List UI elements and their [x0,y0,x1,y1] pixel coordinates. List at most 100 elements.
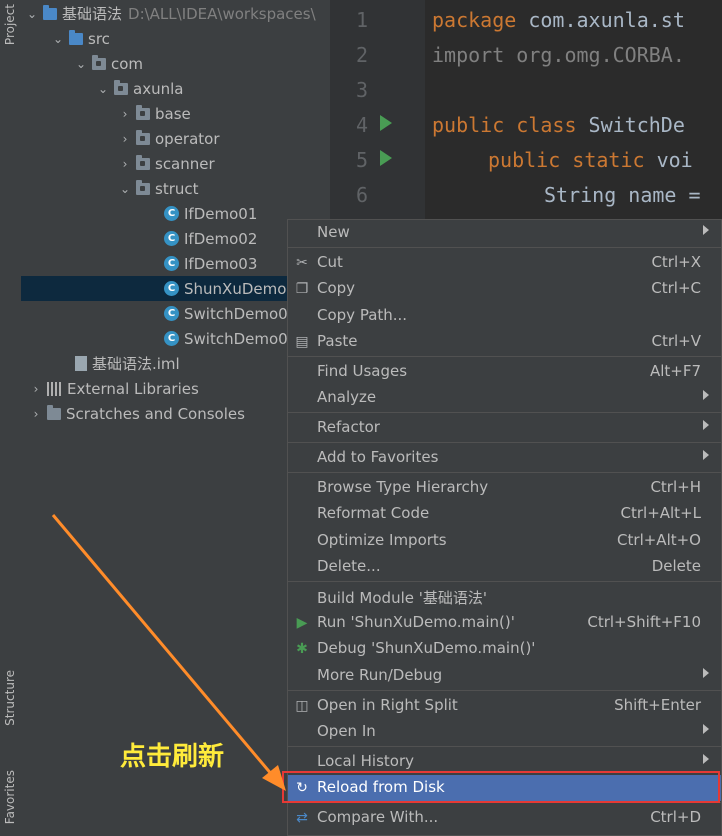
project-tree-panel: ⌄ 基础语法 D:\ALL\IDEA\workspaces\ ⌄ src ⌄ c… [21,0,473,836]
chevron-right-icon[interactable]: › [118,132,132,146]
java-class-icon: C [164,256,179,271]
code-line-1: package com.axunla.st [432,8,685,32]
menu-label: Debug 'ShunXuDemo.main()' [317,639,536,657]
menu-item-reformat-code[interactable]: Reformat Code Ctrl+Alt+L [288,501,721,527]
menu-separator [288,356,721,357]
menu-item-copy-path[interactable]: Copy Path... [288,303,721,329]
menu-item-copy[interactable]: ❐ Copy Ctrl+C [288,276,721,302]
package-icon [136,129,150,145]
menu-item-run[interactable]: ▶ Run 'ShunXuDemo.main()' Ctrl+Shift+F10 [288,610,721,636]
menu-label: Paste [317,332,358,350]
annotation-highlight-box [282,771,720,803]
menu-item-more-run-debug[interactable]: More Run/Debug [288,663,721,689]
menu-shortcut: Ctrl+X [651,253,701,271]
tree-label: SwitchDemo0 [184,329,288,348]
tree-row-com[interactable]: ⌄ com [21,51,383,76]
menu-item-analyze[interactable]: Analyze [288,385,721,411]
project-tool-tab[interactable]: Project [3,4,17,45]
menu-label: Run 'ShunXuDemo.main()' [317,613,515,631]
tree-label: src [88,29,110,48]
tree-label: ShunXuDemo [184,279,287,298]
java-class-icon: C [164,231,179,246]
menu-item-optimize-imports[interactable]: Optimize Imports Ctrl+Alt+O [288,528,721,554]
package-icon [136,179,150,195]
menu-label: Open In [317,722,376,740]
menu-label: Delete... [317,557,381,575]
menu-item-new[interactable]: New [288,220,721,246]
tree-label: operator [155,129,220,148]
java-class-icon: C [164,206,179,221]
code-line-5: public static voi [488,148,693,172]
menu-item-open-in[interactable]: Open In [288,719,721,745]
java-class-icon: C [164,281,179,296]
menu-label: Find Usages [317,362,408,380]
menu-item-find-usages[interactable]: Find Usages Alt+F7 [288,359,721,385]
code-text: voi [644,148,693,172]
menu-item-cut[interactable]: ✂ Cut Ctrl+X [288,250,721,276]
split-view-icon: ◫ [295,698,309,714]
tree-label: IfDemo03 [184,254,258,273]
menu-label: Reformat Code [317,504,430,522]
submenu-arrow-icon [703,225,709,235]
chevron-down-icon[interactable]: ⌄ [118,182,132,196]
menu-item-browse-type-hierarchy[interactable]: Browse Type Hierarchy Ctrl+H [288,475,721,501]
menu-item-refactor[interactable]: Refactor [288,415,721,441]
menu-label: More Run/Debug [317,666,443,684]
module-file-icon [75,356,87,371]
chevron-down-icon[interactable]: ⌄ [25,7,39,21]
chevron-down-icon[interactable]: ⌄ [51,32,65,46]
code-line-4: public class SwitchDe [432,113,685,137]
chevron-right-icon[interactable]: › [118,107,132,121]
menu-label: Add to Favorites [317,448,439,466]
code-line-6: String name = [544,183,701,207]
tree-label: External Libraries [67,379,199,398]
menu-label: Build Module '基础语法' [317,589,487,607]
favorites-tab-label: Favorites [3,770,17,825]
code-text: com.axunla.st [516,8,685,32]
menu-label: Analyze [317,388,377,406]
annotation-label: 点击刷新 [120,742,225,772]
tree-label: com [111,54,144,73]
favorites-tool-tab[interactable]: Favorites [3,770,17,824]
project-tab-label: Project [3,4,17,46]
menu-shortcut: Ctrl+C [651,279,701,297]
menu-label: New [317,223,350,241]
chevron-right-icon[interactable]: › [29,382,43,396]
package-icon [114,79,128,95]
menu-shortcut: Alt+F7 [649,362,701,380]
tree-row-root[interactable]: ⌄ 基础语法 D:\ALL\IDEA\workspaces\ [21,1,334,26]
libraries-icon [47,381,63,396]
menu-shortcut: Shift+Enter [614,696,701,714]
submenu-arrow-icon [703,668,709,678]
menu-separator [288,247,721,248]
run-gutter-icon[interactable] [380,115,392,131]
chevron-down-icon[interactable]: ⌄ [74,57,88,71]
tree-label: struct [155,179,199,198]
menu-item-add-to-favorites[interactable]: Add to Favorites [288,445,721,471]
menu-separator [288,412,721,413]
menu-item-open-in-right-split[interactable]: ◫ Open in Right Split Shift+Enter [288,693,721,719]
menu-item-delete[interactable]: Delete... Delete [288,554,721,580]
code-keyword: public static [488,148,645,172]
run-icon: ▶ [296,615,308,631]
menu-item-compare-with[interactable]: ⇄ Compare With... Ctrl+D [288,805,721,831]
structure-tool-tab[interactable]: Structure [3,670,17,726]
java-class-icon: C [164,306,179,321]
chevron-down-icon[interactable]: ⌄ [96,82,110,96]
structure-tab-label: Structure [3,670,17,726]
tree-row-src[interactable]: ⌄ src [21,26,360,51]
line-number: 3 [355,78,368,102]
run-gutter-icon[interactable] [380,150,392,166]
menu-item-paste[interactable]: ▤ Paste Ctrl+V [288,329,721,355]
menu-label: Refactor [317,418,380,436]
menu-separator [288,442,721,443]
menu-shortcut: Ctrl+Alt+L [620,504,702,522]
menu-label: Copy Path... [317,306,408,324]
chevron-right-icon[interactable]: › [29,407,43,421]
source-folder-icon [69,29,83,45]
chevron-right-icon[interactable]: › [118,157,132,171]
menu-item-build-module[interactable]: Build Module '基础语法' [288,584,721,610]
menu-separator [288,581,721,582]
menu-shortcut: Ctrl+D [650,808,701,826]
menu-item-debug[interactable]: ✱ Debug 'ShunXuDemo.main()' [288,636,721,662]
